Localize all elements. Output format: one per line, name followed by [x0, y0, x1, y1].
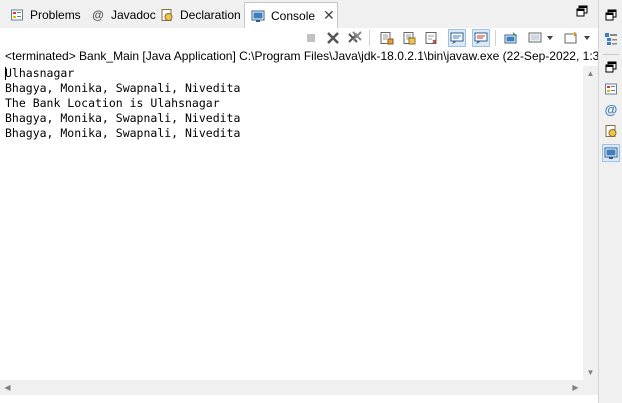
view-menu-chevron-icon[interactable] [581, 29, 593, 47]
console-line: Ulhasnagar [5, 66, 75, 80]
tab-problems[interactable]: Problems [4, 3, 81, 27]
tab-declaration[interactable]: Declaration [154, 3, 241, 27]
restore-icon[interactable] [602, 58, 620, 76]
remove-launch-icon[interactable] [324, 29, 342, 47]
remove-all-terminated-icon[interactable] [346, 29, 364, 47]
show-on-stdout-icon[interactable] [448, 29, 466, 47]
declaration-icon[interactable] [602, 122, 620, 140]
at-icon[interactable]: @ [602, 100, 620, 118]
pin-console-icon[interactable] [502, 29, 520, 47]
tab-problems-label: Problems [30, 8, 81, 22]
scrollbar-corner [583, 380, 598, 395]
maximize-icon[interactable] [576, 5, 590, 19]
scroll-up-arrow-icon[interactable]: ▲ [583, 66, 598, 81]
tab-console-label: Console [271, 8, 316, 23]
console-line: Bhagya, Monika, Swapnali, Nivedita [5, 111, 241, 125]
text-caret [5, 67, 6, 80]
console-status-line: <terminated> Bank_Main [Java Application… [5, 49, 599, 63]
show-on-stderr-icon[interactable] [472, 29, 490, 47]
tab-javadoc[interactable]: @ Javadoc [85, 3, 156, 27]
display-selected-console-icon[interactable] [526, 29, 544, 47]
at-icon: @ [92, 8, 104, 22]
close-icon[interactable]: ✕ [323, 7, 335, 24]
console-output[interactable]: Ulhasnagar Bhagya, Monika, Swapnali, Niv… [5, 66, 583, 380]
view-tab-bar: Problems @ Javadoc Declaration Console ✕ [0, 0, 598, 29]
scroll-down-arrow-icon[interactable]: ▼ [583, 365, 598, 380]
right-trim-stack: @ [598, 0, 622, 403]
console-view: Problems @ Javadoc Declaration Console ✕ [0, 0, 599, 403]
terminate-icon[interactable] [302, 29, 320, 47]
console-icon [250, 8, 266, 24]
problems-icon [9, 7, 25, 23]
console-line: Bhagya, Monika, Swapnali, Nivedita [5, 81, 241, 95]
scroll-left-arrow-icon[interactable]: ◀ [0, 380, 15, 395]
console-icon[interactable] [602, 144, 620, 162]
clear-console-icon[interactable] [378, 29, 396, 47]
tab-console[interactable]: Console ✕ [244, 2, 338, 28]
declaration-icon [159, 7, 175, 23]
tab-javadoc-label: Javadoc [111, 8, 156, 22]
console-line: Bhagya, Monika, Swapnali, Nivedita [5, 126, 241, 140]
chevron-down-icon[interactable] [545, 29, 555, 47]
horizontal-scrollbar[interactable]: ◀ ▶ [0, 380, 583, 395]
problems-icon[interactable] [602, 80, 620, 98]
console-toolbar [0, 28, 598, 48]
restore-icon[interactable] [602, 6, 620, 24]
word-wrap-icon[interactable] [422, 29, 440, 47]
outline-icon[interactable] [602, 30, 620, 48]
vertical-scrollbar[interactable]: ▲ ▼ [583, 66, 598, 380]
console-line: The Bank Location is Ulahsnagar [5, 96, 220, 110]
open-console-icon[interactable] [562, 29, 580, 47]
scroll-lock-icon[interactable] [400, 29, 418, 47]
tab-declaration-label: Declaration [180, 8, 241, 22]
scroll-right-arrow-icon[interactable]: ▶ [568, 380, 583, 395]
